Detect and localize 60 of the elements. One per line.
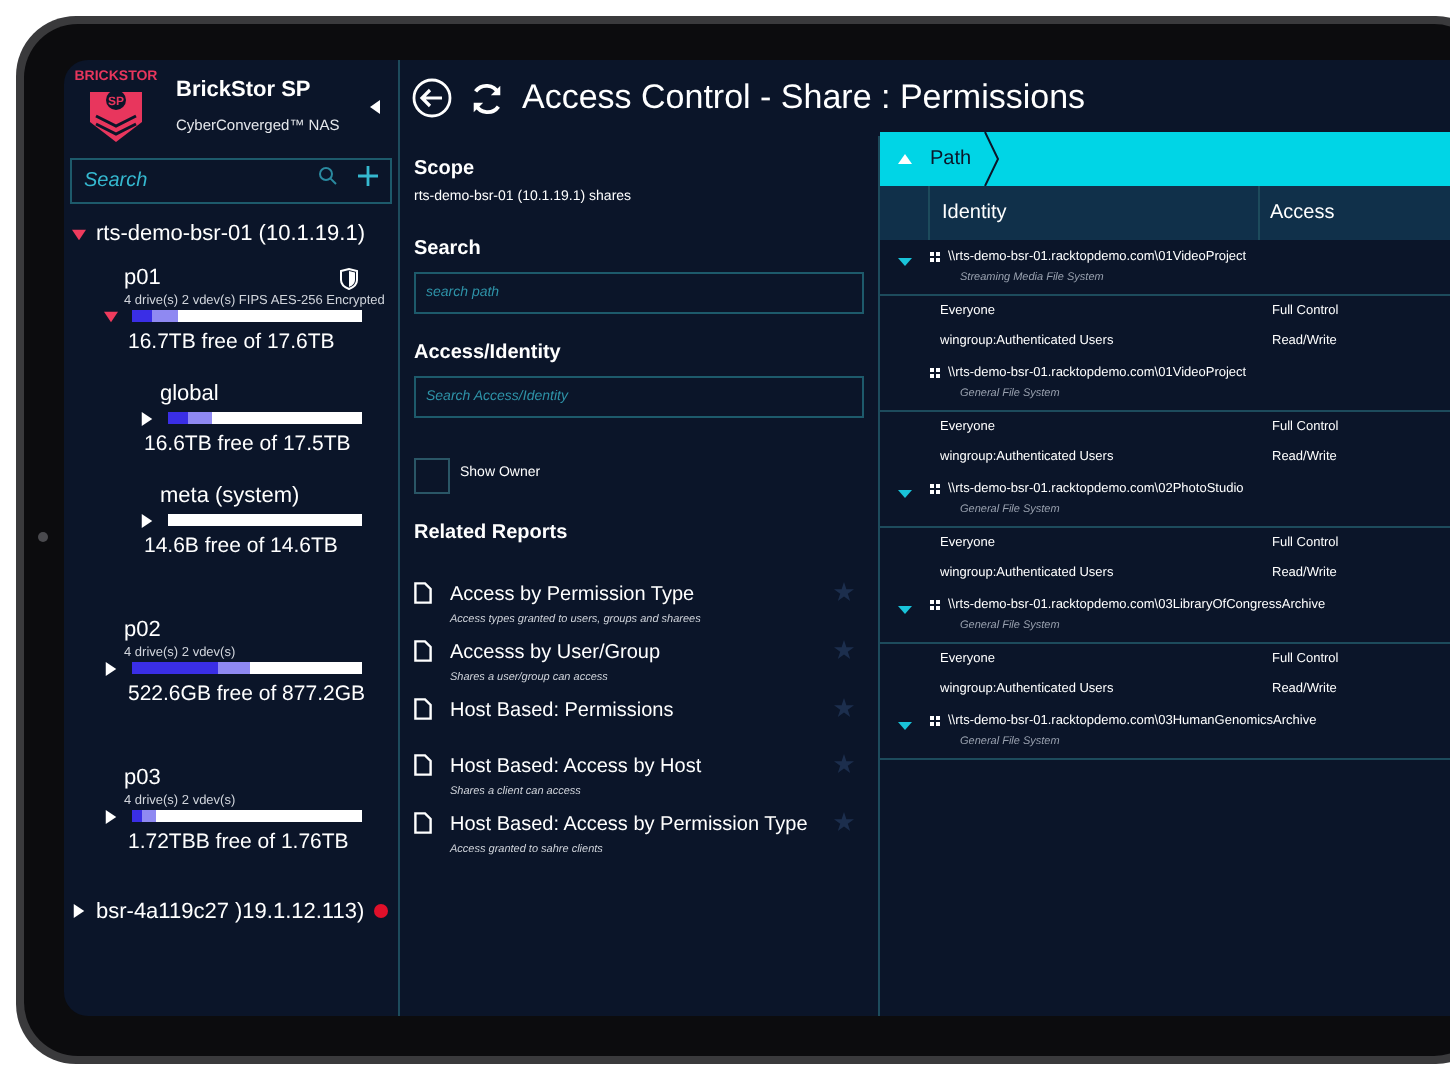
pool-capacity: 522.6GB free of 877.2GB — [126, 681, 367, 707]
windows-icon — [930, 600, 940, 610]
report-link[interactable]: Host Based: Access by Host — [450, 752, 702, 782]
caret-right-icon[interactable] — [104, 809, 118, 823]
app-title: BrickStor SP — [176, 76, 313, 106]
report-link[interactable]: Host Based: Permissions — [450, 696, 674, 726]
caret-down-icon[interactable] — [898, 606, 912, 614]
windows-icon — [930, 716, 940, 726]
caret-right-icon[interactable] — [140, 411, 154, 425]
star-icon[interactable] — [834, 581, 854, 601]
caret-down-icon[interactable] — [898, 722, 912, 730]
document-icon — [414, 698, 432, 720]
search-label: Search — [414, 235, 483, 263]
back-icon[interactable] — [412, 78, 452, 118]
related-reports-heading: Related Reports — [414, 519, 570, 547]
caret-right-icon[interactable] — [72, 904, 86, 919]
caret-right-icon[interactable] — [104, 661, 118, 675]
pool-name[interactable]: p01 — [124, 265, 161, 291]
star-icon[interactable] — [834, 812, 854, 833]
report-link[interactable]: Access by Permission Type — [450, 579, 701, 609]
refresh-icon[interactable] — [468, 79, 506, 117]
access-identity-label: Access/Identity — [414, 339, 563, 367]
add-icon[interactable] — [358, 166, 378, 186]
report-link[interactable]: Accesss by User/Group — [450, 637, 661, 668]
column-header[interactable]: Identity — [930, 186, 1260, 240]
search-field[interactable]: Search — [70, 158, 392, 204]
caret-down-icon[interactable] — [104, 309, 118, 323]
pool-name[interactable]: p03 — [124, 765, 161, 791]
document-icon — [414, 812, 432, 835]
windows-icon — [930, 368, 940, 378]
star-icon[interactable] — [834, 754, 854, 774]
show-owner-checkbox[interactable] — [414, 457, 450, 493]
report-link[interactable]: Host Based: Access by Permission Type — [450, 810, 808, 841]
breadcrumb-item[interactable]: Path — [930, 144, 972, 174]
pool-name[interactable]: p02 — [124, 617, 161, 643]
pool-name[interactable]: meta (system) — [160, 483, 300, 509]
search-icon[interactable] — [318, 166, 338, 186]
server-name[interactable]: rts-demo-bsr-01 (10.1.19.1) — [96, 218, 365, 251]
pool-capacity: 14.6B free of 14.6TB — [142, 533, 340, 559]
caret-down-icon[interactable] — [898, 490, 912, 498]
collapse-icon[interactable] — [370, 100, 380, 114]
server-name[interactable]: bsr-4a119c27 )19.1.12.113) — [96, 895, 365, 928]
column-header[interactable]: Access — [1260, 186, 1450, 240]
breadcrumb-separator-icon — [983, 132, 1000, 186]
windows-icon — [930, 484, 940, 494]
document-icon — [414, 581, 432, 603]
star-icon[interactable] — [834, 698, 854, 718]
windows-icon — [930, 252, 940, 262]
page-title: Access Control - Share : Permissions — [522, 76, 1086, 121]
caret-right-icon[interactable] — [140, 513, 154, 527]
pool-capacity: 16.6TB free of 17.5TB — [142, 431, 353, 457]
document-icon — [414, 639, 432, 662]
pool-capacity: 1.72TBB free of 1.76TB — [126, 829, 351, 855]
pool-capacity: 16.7TB free of 17.6TB — [126, 329, 337, 355]
star-icon[interactable] — [834, 639, 854, 660]
caret-down-icon[interactable] — [72, 227, 86, 242]
document-icon — [414, 754, 432, 776]
caret-down-icon[interactable] — [898, 258, 912, 266]
pool-name[interactable]: global — [160, 381, 219, 407]
scope-label: Scope — [414, 156, 477, 184]
